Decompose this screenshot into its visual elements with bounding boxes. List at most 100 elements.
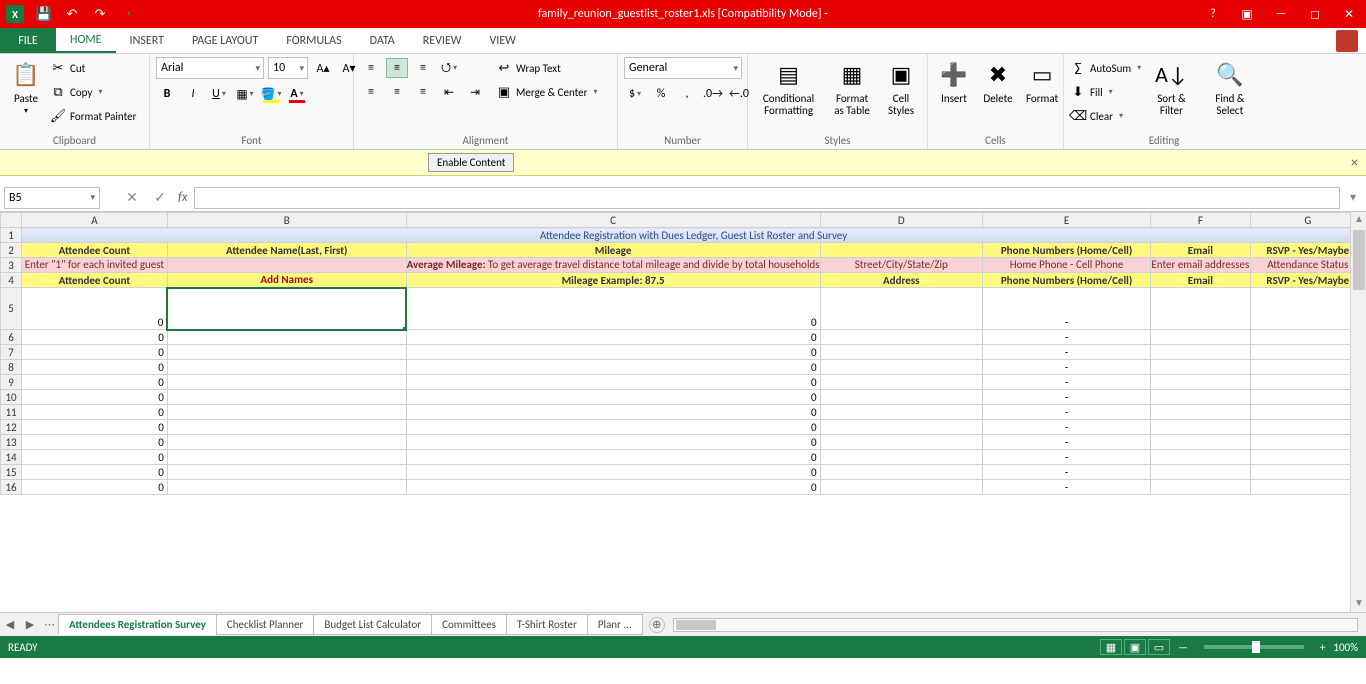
name-box[interactable]: B5 [4,187,100,209]
paste-button[interactable]: 📋 Paste ▾ [6,57,46,118]
zoom-out-icon[interactable]: — [1172,641,1194,654]
sheet-tab[interactable]: Checklist Planner [216,614,315,635]
cell[interactable] [820,465,982,480]
tab-file[interactable]: FILE [0,28,56,53]
close-icon[interactable]: ✕ [1332,0,1366,28]
decrease-decimal-icon[interactable]: ←.0 [728,84,750,104]
cell[interactable]: Street/City/State/Zip [820,258,982,273]
bold-button[interactable]: B [156,84,178,104]
row-header[interactable]: 15 [1,465,22,480]
cell[interactable]: 0 [406,360,820,375]
ribbon-display-icon[interactable]: ▣ [1230,0,1264,28]
cell[interactable]: Attendee Count [22,273,168,288]
cell[interactable]: 0 [406,480,820,495]
row-header[interactable]: 10 [1,390,22,405]
cell[interactable]: Enter email addresses [1151,258,1250,273]
cell[interactable] [1151,360,1250,375]
col-header[interactable]: F [1151,213,1250,228]
row-header[interactable]: 16 [1,480,22,495]
cell[interactable]: 0 [406,465,820,480]
tab-more-icon[interactable]: ⋯ [40,618,59,631]
clear-button[interactable]: ⌫Clear [1070,105,1141,127]
align-right-icon[interactable]: ≡ [412,82,434,102]
cell[interactable] [1250,375,1365,390]
cell[interactable] [1250,345,1365,360]
percent-icon[interactable]: % [650,84,672,104]
cell[interactable] [820,420,982,435]
cell[interactable] [1151,450,1250,465]
expand-formula-bar-icon[interactable]: ▾ [1344,190,1362,205]
cell[interactable]: RSVP - Yes/Maybe [1250,273,1365,288]
row-header[interactable]: 6 [1,330,22,345]
cell[interactable]: 0 [406,405,820,420]
font-size-combo[interactable]: 10 [268,57,308,79]
cell[interactable] [1151,405,1250,420]
col-header[interactable]: G [1250,213,1365,228]
tab-scroll-left-icon[interactable]: ◀ [0,618,20,631]
autosum-button[interactable]: ∑AutoSum [1070,57,1141,79]
cell[interactable]: RSVP - Yes/Maybe [1250,243,1365,258]
cell[interactable]: Attendee Count [22,243,168,258]
cell[interactable]: Add Names [167,273,406,288]
cell[interactable]: 0 [22,465,168,480]
row-header[interactable]: 3 [1,258,22,273]
tab-page-layout[interactable]: PAGE LAYOUT [178,28,272,53]
col-header[interactable]: C [406,213,820,228]
zoom-slider[interactable] [1204,645,1304,649]
cell[interactable]: Address [820,273,982,288]
cell[interactable]: 0 [406,450,820,465]
italic-button[interactable]: I [182,84,204,104]
cell[interactable]: 0 [22,345,168,360]
row-header[interactable]: 7 [1,345,22,360]
cell[interactable]: - [983,405,1151,420]
fill-button[interactable]: ⬇Fill [1070,81,1141,103]
cell[interactable]: 0 [22,288,168,330]
cell[interactable]: 0 [22,375,168,390]
cell[interactable] [1151,480,1250,495]
row-header[interactable]: 13 [1,435,22,450]
cell[interactable] [820,450,982,465]
orientation-icon[interactable]: ⭯ [438,58,460,78]
col-header[interactable]: D [820,213,982,228]
cell[interactable] [167,288,406,330]
cell[interactable]: 0 [22,480,168,495]
delete-cell-button[interactable]: ✖Delete [978,57,1018,107]
cell[interactable] [820,480,982,495]
cell[interactable] [820,288,982,330]
cell[interactable] [167,375,406,390]
cell[interactable] [1250,405,1365,420]
cell[interactable]: - [983,465,1151,480]
cell[interactable] [167,360,406,375]
cell[interactable]: 0 [22,330,168,345]
cell[interactable] [1151,420,1250,435]
cell[interactable]: 0 [406,375,820,390]
tab-scroll-right-icon[interactable]: ▶ [20,618,40,631]
zoom-in-icon[interactable]: + [1314,641,1331,654]
cell[interactable]: 0 [22,390,168,405]
cell[interactable] [1250,420,1365,435]
tab-review[interactable]: REVIEW [409,28,476,53]
sheet-tab[interactable]: T-Shirt Roster [506,614,588,635]
font-color-button[interactable]: A [286,84,308,104]
cell[interactable]: Attendee Registration with Dues Ledger, … [22,228,1366,243]
cell[interactable]: - [983,375,1151,390]
format-cell-button[interactable]: ▭Format [1022,57,1062,107]
align-bottom-icon[interactable]: ≡ [412,58,434,78]
cell[interactable]: Average Mileage: To get average travel d… [406,258,820,273]
cell[interactable]: - [983,480,1151,495]
merge-center-button[interactable]: ▣Merge & Center [496,81,598,103]
number-format-combo[interactable]: General [624,57,742,79]
cell[interactable]: - [983,450,1151,465]
enter-formula-icon[interactable]: ✓ [148,187,172,209]
row-header[interactable]: 12 [1,420,22,435]
increase-decimal-icon[interactable]: .0→ [702,84,724,104]
row-header[interactable]: 2 [1,243,22,258]
cell[interactable]: 0 [406,420,820,435]
cell[interactable]: 0 [22,360,168,375]
select-all[interactable] [1,213,22,228]
sheet-tab[interactable]: Budget List Calculator [313,614,432,635]
align-top-icon[interactable]: ≡ [360,58,382,78]
undo-icon[interactable]: ↶ [60,3,84,25]
insert-cell-button[interactable]: ➕Insert [934,57,974,107]
cell[interactable] [820,345,982,360]
